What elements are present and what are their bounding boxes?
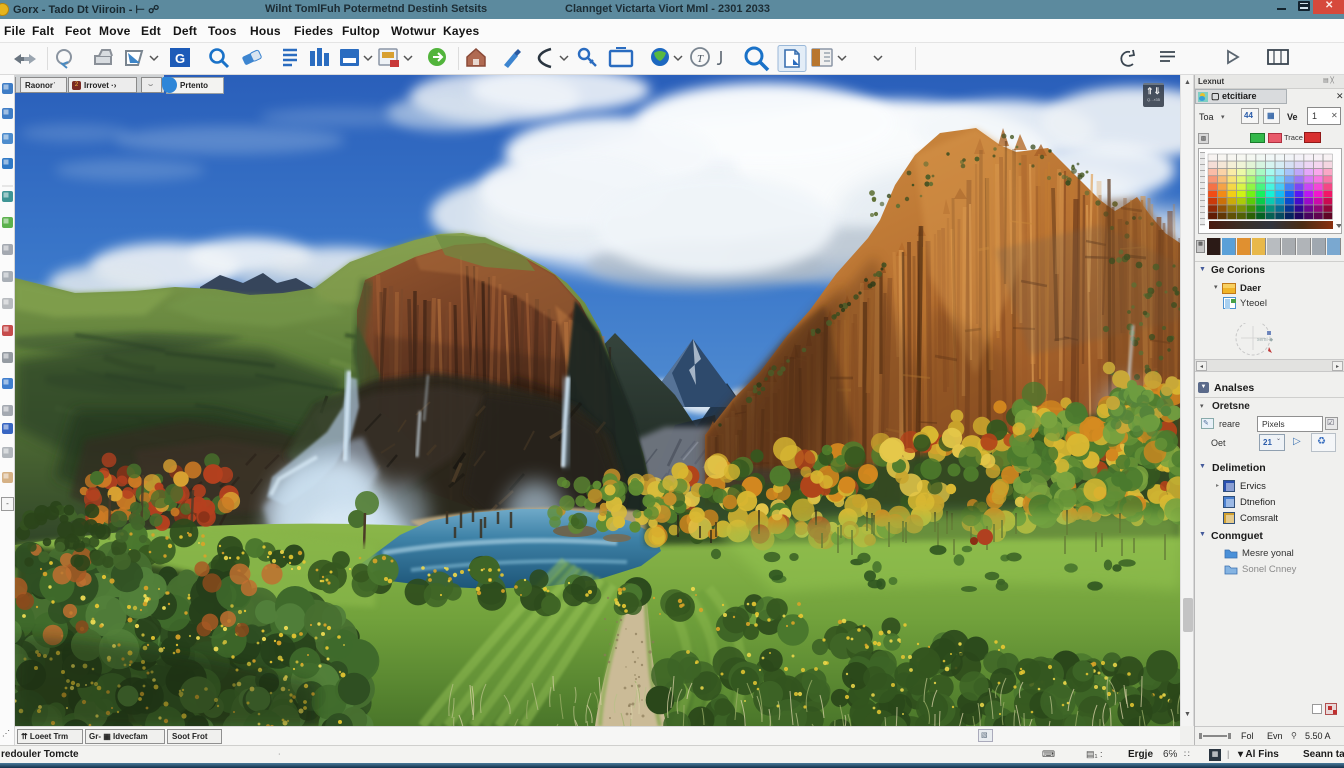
svg-text:G: G (175, 51, 185, 66)
svg-text:T: T (697, 53, 704, 65)
svg-text:semi·◆: semi·◆ (1257, 337, 1273, 343)
